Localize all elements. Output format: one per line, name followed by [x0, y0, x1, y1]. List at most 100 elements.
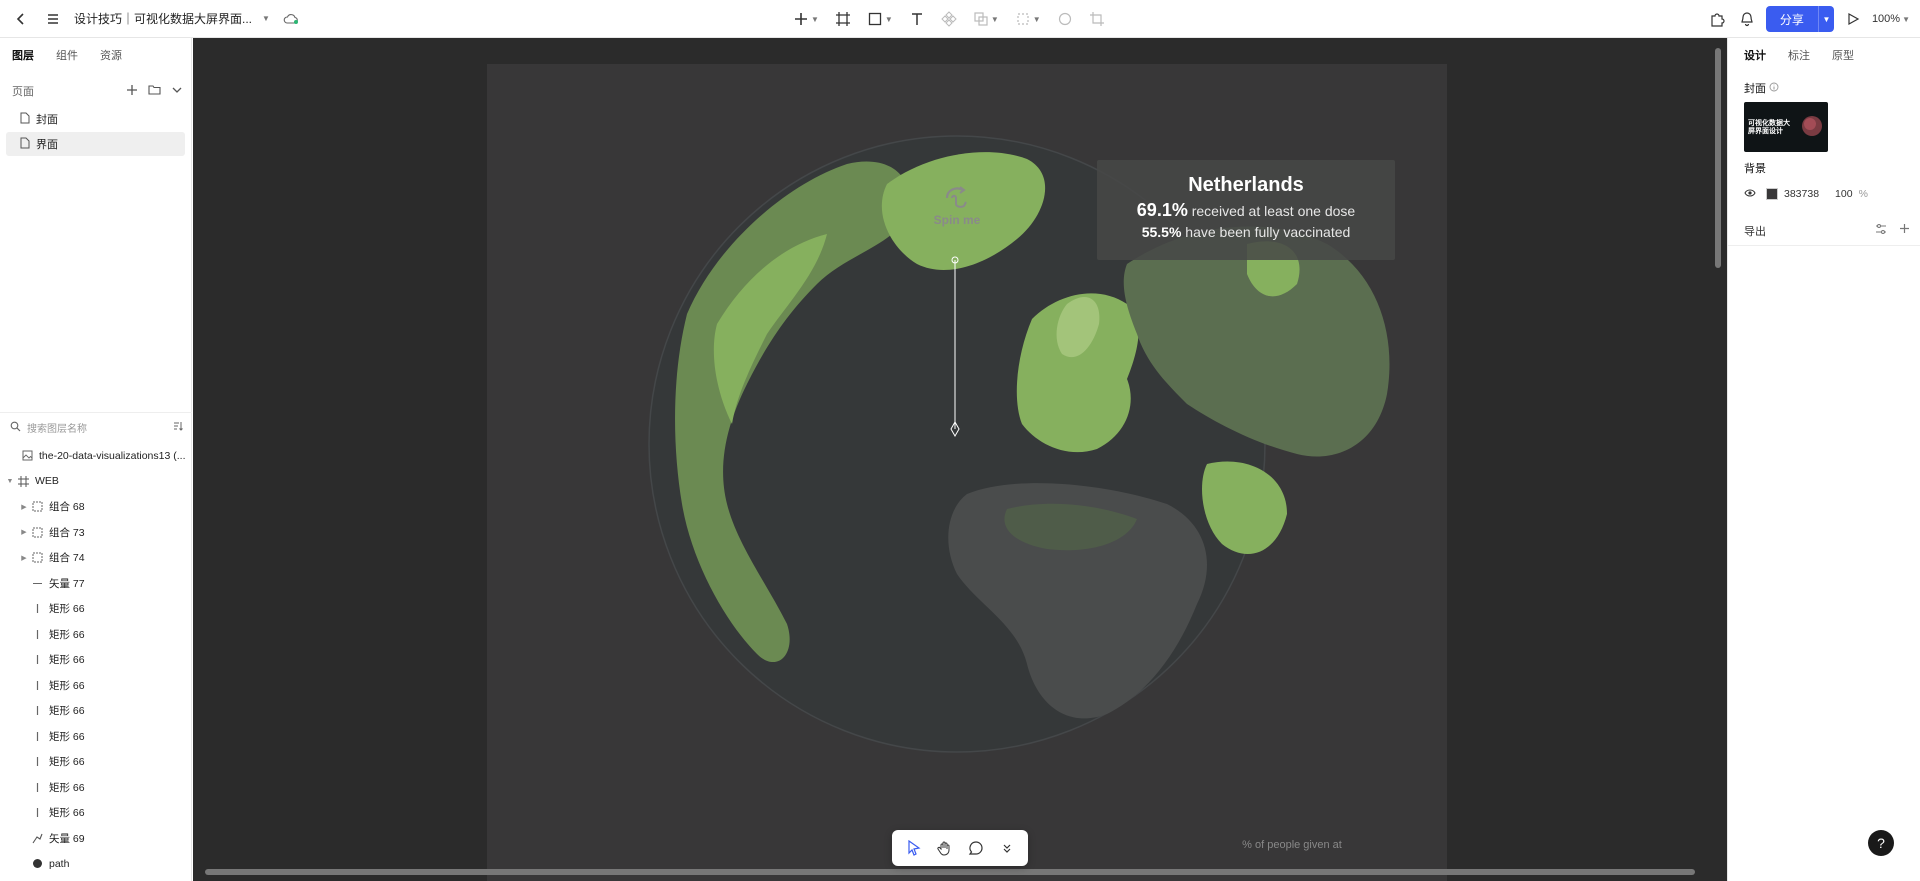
layer-item[interactable]: 矩形 66	[0, 800, 192, 826]
component-tool[interactable]	[938, 6, 960, 32]
spin-me-control[interactable]: Spin me	[927, 184, 987, 227]
group-icon	[30, 500, 44, 514]
zoom-dropdown[interactable]: 100% ▼	[1872, 13, 1910, 25]
layer-item[interactable]: 矩形 66	[0, 673, 192, 699]
more-tools[interactable]	[995, 836, 1019, 860]
share-dropdown-icon[interactable]: ▼	[1817, 6, 1834, 32]
background-hex-input[interactable]: 383738	[1784, 188, 1819, 200]
tab-layers[interactable]: 图层	[12, 47, 34, 68]
tooltip-country: Netherlands	[1188, 174, 1304, 196]
play-icon[interactable]	[1842, 8, 1864, 30]
rectangle-icon	[30, 602, 44, 616]
layer-item[interactable]: 矩形 66	[0, 698, 192, 724]
info-icon[interactable]	[1769, 82, 1779, 95]
document-title[interactable]: 设计技巧｜可视化数据大屏界面...	[74, 10, 252, 27]
layer-item[interactable]: ▶ 组合 74	[0, 545, 192, 571]
horizontal-scrollbar[interactable]	[205, 869, 1695, 875]
rectangle-icon	[30, 729, 44, 743]
hand-tool[interactable]	[933, 836, 957, 860]
layer-item[interactable]: 矩形 66	[0, 647, 192, 673]
expand-icon[interactable]: ▶	[18, 528, 30, 536]
back-icon[interactable]	[10, 8, 32, 30]
cover-thumbnail[interactable]: 可视化数据大屏界面设计	[1744, 102, 1828, 152]
tab-components[interactable]: 组件	[56, 47, 78, 68]
text-icon	[911, 13, 922, 25]
expand-icon[interactable]: ▶	[18, 554, 30, 562]
add-export-icon[interactable]	[1899, 223, 1910, 238]
layer-label: 矩形 66	[49, 807, 85, 820]
expand-icon[interactable]: ▼	[4, 478, 16, 485]
layer-item[interactable]: 矩形 66	[0, 749, 192, 775]
group-icon	[30, 551, 44, 565]
expand-icon[interactable]: ▶	[18, 503, 30, 511]
folder-icon[interactable]	[148, 84, 161, 99]
tab-design[interactable]: 设计	[1744, 47, 1766, 68]
tab-prototype[interactable]: 原型	[1832, 47, 1854, 68]
page-item-interface[interactable]: 界面	[6, 132, 185, 156]
frame-tool[interactable]	[832, 6, 854, 32]
chevron-down-icon: ▼	[1902, 14, 1910, 24]
text-tool[interactable]	[906, 6, 928, 32]
sort-icon[interactable]	[172, 420, 184, 435]
artboard-web[interactable]: Netherlands 69.1% received at least one …	[487, 64, 1447, 881]
layer-item[interactable]: ▶ 组合 73	[0, 520, 192, 546]
layer-item[interactable]: 矩形 66	[0, 596, 192, 622]
boolean-tool[interactable]: ▼	[970, 6, 1002, 32]
mask-icon	[1017, 13, 1029, 25]
export-settings-icon[interactable]	[1875, 223, 1887, 238]
rectangle-icon	[868, 12, 882, 26]
shape-tool[interactable]: ▼	[864, 6, 896, 32]
tooltip-dose-row: 69.1% received at least one dose	[1097, 200, 1395, 221]
layer-item[interactable]: 矩形 66	[0, 775, 192, 801]
background-color-swatch[interactable]	[1766, 188, 1778, 200]
menu-icon[interactable]	[42, 8, 64, 30]
layer-search-input[interactable]: 搜索图层名称	[27, 420, 172, 435]
tab-assets[interactable]: 资源	[100, 47, 122, 68]
full-percent: 55.5%	[1141, 224, 1182, 240]
collapse-pages-icon[interactable]	[171, 84, 183, 99]
background-opacity-input[interactable]: 100	[1835, 188, 1853, 200]
layer-item[interactable]: ▶ 组合 68	[0, 494, 192, 520]
background-label: 背景	[1744, 163, 1766, 175]
mask-tool[interactable]: ▼	[1012, 6, 1044, 32]
vector-icon	[30, 831, 44, 845]
layer-item[interactable]: 矩形 66	[0, 724, 192, 750]
path-icon	[30, 857, 44, 871]
eye-icon[interactable]	[1744, 188, 1756, 201]
export-label: 导出	[1744, 225, 1766, 238]
crop-tool[interactable]	[1086, 6, 1108, 32]
circle-icon	[1058, 12, 1071, 26]
layer-item[interactable]: ▼ WEB	[0, 469, 192, 495]
share-button[interactable]: 分享	[1765, 6, 1818, 32]
tab-annotate[interactable]: 标注	[1788, 47, 1810, 68]
top-bar: 设计技巧｜可视化数据大屏界面... ▼ ▼ ▼ ▼ ▼ 分享 ▼ 100% ▼	[0, 0, 1920, 38]
comment-tool[interactable]	[964, 836, 988, 860]
layer-item[interactable]: 矢量 77	[0, 571, 192, 597]
rectangle-icon	[30, 627, 44, 641]
add-tool[interactable]: ▼	[790, 6, 822, 32]
layer-item[interactable]: 矩形 66	[0, 622, 192, 648]
layer-item[interactable]: 矢量 69	[0, 826, 192, 852]
add-page-icon[interactable]	[126, 84, 138, 99]
plugin-icon[interactable]	[1706, 8, 1728, 30]
page-item-cover[interactable]: 封面	[6, 107, 185, 131]
layer-label: 矢量 69	[49, 832, 85, 845]
layer-item[interactable]: the-20-data-visualizations13 (...	[0, 443, 192, 469]
crop-icon	[1089, 12, 1104, 26]
layer-item[interactable]: path	[0, 851, 192, 877]
rotate-hand-icon	[945, 186, 967, 208]
cloud-sync-icon	[280, 8, 302, 30]
vertical-scrollbar[interactable]	[1715, 48, 1721, 268]
spin-label: Spin me	[933, 213, 981, 227]
select-tool[interactable]	[902, 836, 926, 860]
line-icon	[30, 576, 44, 590]
ellipse-tool[interactable]	[1054, 6, 1076, 32]
legend-note: % of people given at	[1242, 839, 1342, 851]
design-canvas[interactable]: Netherlands 69.1% received at least one …	[193, 38, 1727, 881]
help-button[interactable]: ?	[1868, 830, 1894, 856]
notification-icon[interactable]	[1736, 8, 1758, 30]
title-dropdown-icon[interactable]: ▼	[262, 14, 270, 23]
right-tabs: 设计 标注 原型	[1728, 38, 1920, 68]
page-icon	[20, 112, 30, 127]
hand-icon	[936, 841, 949, 856]
